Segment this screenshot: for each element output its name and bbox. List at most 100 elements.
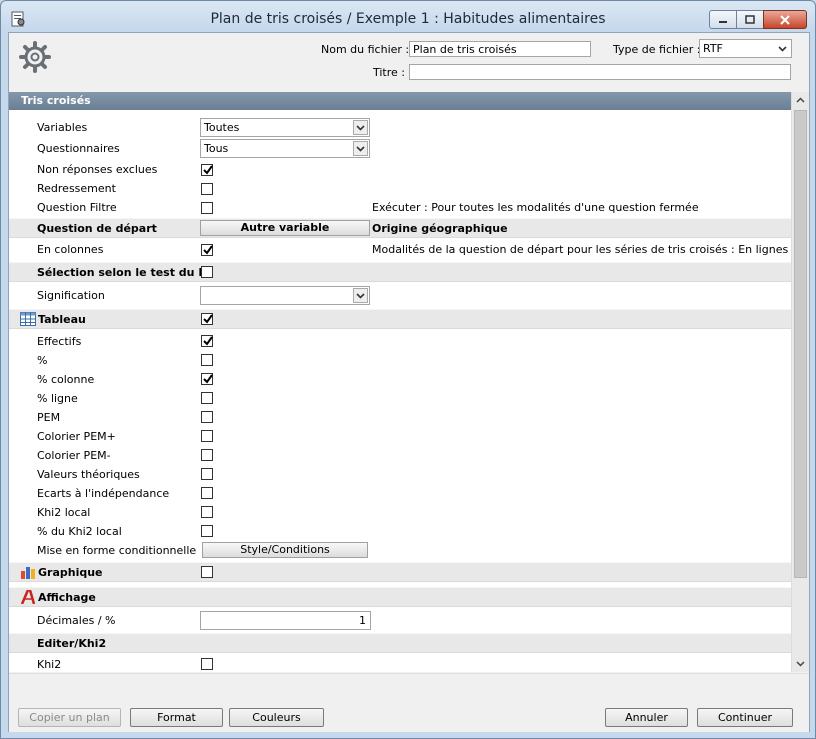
ecarts-checkbox[interactable]: [201, 487, 213, 499]
style-conditions-button[interactable]: Style/Conditions: [202, 542, 368, 558]
group-editer: Editer/Khi2: [9, 633, 792, 653]
tableau-label: Tableau: [38, 313, 86, 326]
close-button[interactable]: [763, 10, 807, 29]
file-name-label: Nom du fichier :: [321, 43, 410, 56]
pem-label: PEM: [37, 411, 61, 424]
continuer-button[interactable]: Continuer: [697, 708, 793, 727]
row-pem: PEM: [9, 408, 792, 427]
file-type-value: RTF: [703, 42, 723, 55]
row-pct-ligne: % ligne: [9, 389, 792, 408]
row-effectifs: Effectifs: [9, 332, 792, 351]
autre-variable-button[interactable]: Autre variable: [200, 220, 370, 236]
app-window: Plan de tris croisés / Exemple 1 : Habit…: [0, 0, 816, 739]
chevron-down-icon: [353, 120, 368, 135]
ecarts-label: Ecarts à l'indépendance: [37, 487, 170, 500]
pem-checkbox[interactable]: [201, 411, 213, 423]
graphique-label: Graphique: [38, 566, 103, 579]
dialog-client: Nom du fichier : Plan de tris croisés Ty…: [8, 32, 810, 732]
row-signification: Signification: [9, 286, 792, 305]
row-pct-khi2-local: % du Khi2 local: [9, 522, 792, 541]
file-type-select[interactable]: RTF: [699, 39, 792, 58]
row-en-colonnes: En colonnes Modalités de la question de …: [9, 240, 809, 259]
pct-colonne-checkbox[interactable]: [201, 373, 213, 385]
question-filtre-checkbox[interactable]: [201, 202, 213, 214]
en-colonnes-note: Modalités de la question de départ pour …: [372, 243, 809, 256]
questionnaires-select[interactable]: Tous: [200, 139, 370, 158]
couleurs-button[interactable]: Couleurs: [229, 708, 324, 727]
graphique-checkbox[interactable]: [201, 566, 213, 578]
scroll-up-button[interactable]: [792, 92, 809, 108]
chevron-up-icon: [796, 97, 805, 103]
non-reponses-checkbox[interactable]: [201, 164, 213, 176]
title-label: Titre :: [373, 66, 406, 79]
khi2-local-label: Khi2 local: [37, 506, 91, 519]
property-grid: Tris croisés Variables Toutes Questionna…: [9, 92, 809, 672]
variables-label: Variables: [37, 121, 88, 134]
redressement-checkbox[interactable]: [201, 183, 213, 195]
format-button[interactable]: Format: [130, 708, 223, 727]
row-decimales: Décimales / % 1: [9, 611, 792, 630]
row-variables: Variables Toutes: [9, 118, 792, 137]
question-depart-label: Question de départ: [37, 222, 157, 235]
table-icon: [20, 312, 36, 326]
group-question-depart: Question de départ Autre variable Origin…: [9, 218, 792, 238]
group-graphique: Graphique: [9, 562, 792, 582]
colorier-pem-moins-label: Colorier PEM-: [37, 449, 111, 462]
scroll-thumb[interactable]: [794, 110, 807, 578]
question-filtre-label: Question Filtre: [37, 201, 117, 214]
tableau-checkbox[interactable]: [201, 313, 213, 325]
valeurs-theoriques-label: Valeurs théoriques: [37, 468, 140, 481]
chevron-down-icon: [778, 46, 787, 52]
file-header: Nom du fichier : Plan de tris croisés Ty…: [9, 33, 809, 91]
row-khi2-local: Khi2 local: [9, 503, 792, 522]
maximize-button[interactable]: [736, 10, 764, 29]
pct-checkbox[interactable]: [201, 354, 213, 366]
chevron-down-icon: [353, 288, 368, 303]
minimize-icon: [719, 20, 727, 23]
copier-plan-button[interactable]: Copier un plan: [18, 708, 121, 727]
pct-ligne-checkbox[interactable]: [201, 392, 213, 404]
khi2-local-checkbox[interactable]: [201, 506, 213, 518]
valeurs-theoriques-checkbox[interactable]: [201, 468, 213, 480]
chevron-down-icon: [353, 141, 368, 156]
selection-khi-checkbox[interactable]: [201, 266, 213, 278]
variables-value: Toutes: [204, 121, 240, 134]
check-icon: [203, 374, 213, 384]
effectifs-label: Effectifs: [37, 335, 82, 348]
non-reponses-label: Non réponses exclues: [37, 163, 158, 176]
close-icon: [780, 14, 790, 25]
window-title: Plan de tris croisés / Exemple 1 : Habit…: [210, 11, 606, 27]
decimales-label: Décimales / %: [37, 614, 116, 627]
pct-ligne-label: % ligne: [37, 392, 78, 405]
maximize-icon: [745, 15, 755, 24]
vertical-scrollbar[interactable]: [791, 92, 809, 672]
chevron-down-icon: [796, 661, 805, 667]
colorier-pem-plus-checkbox[interactable]: [201, 430, 213, 442]
scroll-down-button[interactable]: [792, 656, 809, 672]
section-header: Tris croisés: [9, 92, 792, 110]
font-icon: [20, 590, 36, 604]
file-type-label: Type de fichier :: [613, 43, 701, 56]
file-name-field[interactable]: Plan de tris croisés: [409, 41, 591, 57]
minimize-button[interactable]: [709, 10, 737, 29]
gear-icon[interactable]: [17, 39, 53, 75]
footer-bar: Copier un plan Format Couleurs Annuler C…: [9, 673, 809, 732]
signification-select[interactable]: [200, 286, 370, 305]
redressement-label: Redressement: [37, 182, 116, 195]
variables-select[interactable]: Toutes: [200, 118, 370, 137]
pct-khi2-local-checkbox[interactable]: [201, 525, 213, 537]
khi2-label: Khi2: [37, 658, 62, 671]
question-depart-value: Origine géographique: [372, 222, 508, 235]
khi2-checkbox[interactable]: [201, 658, 213, 670]
effectifs-checkbox[interactable]: [201, 335, 213, 347]
row-mise-en-forme: Mise en forme conditionnelle Style/Condi…: [9, 541, 792, 560]
en-colonnes-label: En colonnes: [37, 243, 104, 256]
title-field[interactable]: [409, 64, 791, 80]
check-icon: [203, 314, 213, 324]
en-colonnes-checkbox[interactable]: [201, 244, 213, 256]
row-non-reponses: Non réponses exclues: [9, 160, 792, 179]
annuler-button[interactable]: Annuler: [605, 708, 688, 727]
decimales-input[interactable]: 1: [200, 611, 371, 630]
row-valeurs-theoriques: Valeurs théoriques: [9, 465, 792, 484]
colorier-pem-moins-checkbox[interactable]: [201, 449, 213, 461]
